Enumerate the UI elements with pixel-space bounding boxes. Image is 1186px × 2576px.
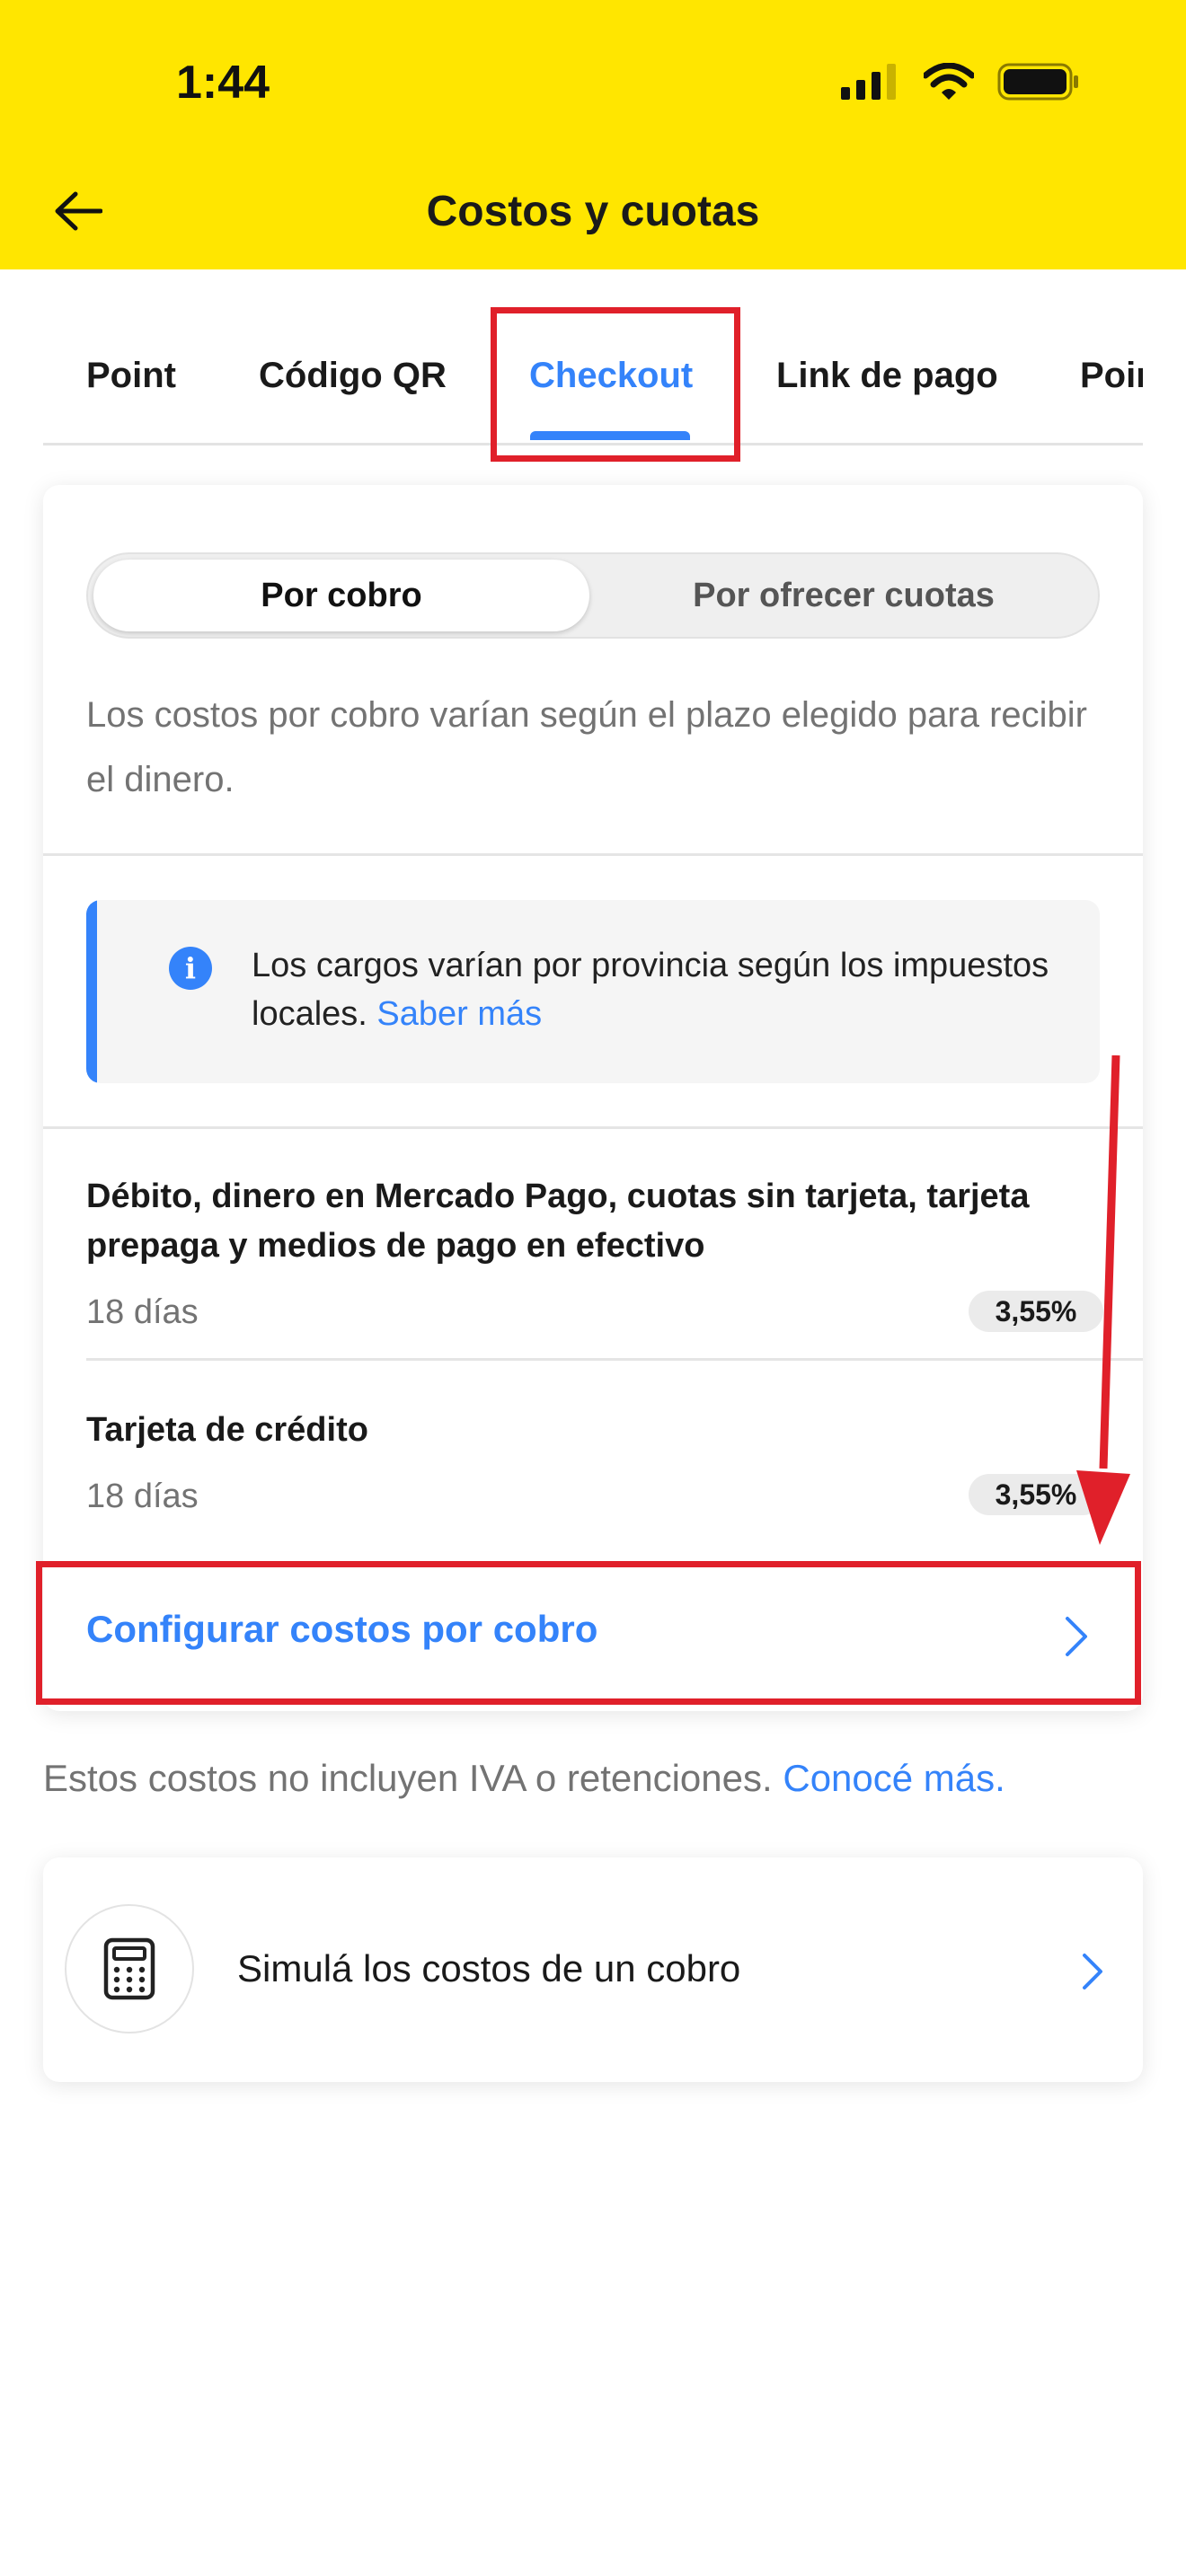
row-title-debito: Débito, dinero en Mercado Pago, cuotas s…	[86, 1178, 1030, 1265]
calculator-icon-container	[65, 1904, 194, 2033]
costs-card: Por cobro Por ofrecer cuotas Los costos …	[43, 485, 1143, 1711]
segment-por-cobro[interactable]: Por cobro	[93, 560, 589, 631]
status-icons	[841, 63, 1080, 101]
status-bar: 1:44	[0, 0, 1186, 153]
wifi-icon	[924, 63, 974, 100]
tab-codigo-qr[interactable]: Código QR	[259, 356, 447, 396]
footnote: Estos costos no incluyen IVA o retencion…	[43, 1757, 1005, 1800]
divider	[43, 1126, 1143, 1129]
divider	[43, 853, 1143, 856]
tab-point-more[interactable]: Point	[1080, 356, 1143, 396]
row-term-debito: 18 días	[86, 1293, 199, 1331]
configure-row-highlight	[36, 1561, 1141, 1705]
simulate-costs-card[interactable]: Simulá los costos de un cobro	[43, 1857, 1143, 2082]
conoce-mas-link[interactable]: Conocé más.	[783, 1757, 1005, 1799]
page-title: Costos y cuotas	[426, 188, 760, 235]
cellular-signal-icon	[841, 64, 896, 100]
segmented-control: Por cobro Por ofrecer cuotas	[86, 552, 1100, 639]
nav-bar: Costos y cuotas	[0, 153, 1186, 269]
info-message: Los cargos varían por provincia según lo…	[252, 947, 1049, 1033]
tab-link-de-pago[interactable]: Link de pago	[776, 356, 998, 396]
chevron-right-icon	[1083, 1954, 1102, 1989]
tab-point[interactable]: Point	[86, 356, 176, 396]
footnote-text: Estos costos no incluyen IVA o retencion…	[43, 1757, 773, 1799]
segment-por-ofrecer-cuotas[interactable]: Por ofrecer cuotas	[589, 554, 1098, 637]
row-title-credito: Tarjeta de crédito	[86, 1411, 368, 1449]
divider	[86, 1358, 1143, 1361]
saber-mas-link[interactable]: Saber más	[376, 995, 542, 1033]
battery-icon	[997, 63, 1078, 101]
status-time: 1:44	[176, 57, 270, 109]
card-description: Los costos por cobro varían según el pla…	[86, 695, 1087, 799]
info-accent-bar	[86, 900, 97, 1083]
red-arrow-annotation	[1076, 1055, 1130, 1545]
row-term-credito: 18 días	[86, 1478, 199, 1515]
calculator-icon	[103, 1937, 155, 2000]
info-icon: i	[169, 947, 212, 990]
info-banner: i Los cargos varían por provincia según …	[86, 900, 1100, 1083]
simulate-costs-label: Simulá los costos de un cobro	[237, 1947, 741, 1989]
info-text: Los cargos varían por provincia según lo…	[252, 941, 1060, 1038]
checkout-tab-highlight	[491, 307, 740, 462]
